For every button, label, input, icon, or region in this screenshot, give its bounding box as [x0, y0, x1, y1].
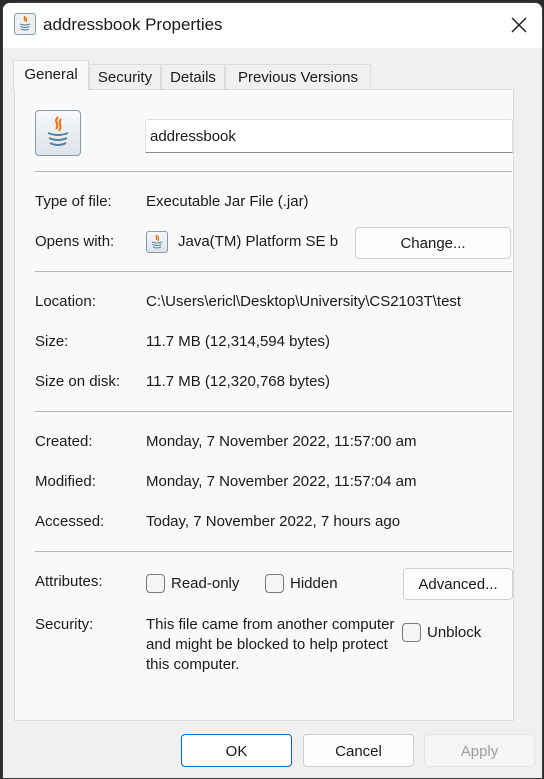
change-button[interactable]: Change... [355, 227, 511, 259]
tab-general[interactable]: General [13, 60, 89, 90]
unblock-checkbox[interactable] [402, 623, 421, 642]
location-label: Location: [35, 293, 96, 310]
window-title: addressbook Properties [43, 15, 223, 34]
advanced-button[interactable]: Advanced... [403, 568, 513, 600]
accessed-value: Today, 7 November 2022, 7 hours ago [146, 513, 401, 530]
title-bar: addressbook Properties [3, 3, 542, 48]
properties-dialog: addressbook Properties General Security … [2, 2, 543, 779]
separator [35, 411, 512, 412]
close-icon [511, 17, 527, 33]
opens-with-label: Opens with: [35, 233, 115, 250]
created-value: Monday, 7 November 2022, 11:57:00 am [146, 433, 417, 450]
file-name-input[interactable] [145, 119, 513, 153]
modified-value: Monday, 7 November 2022, 11:57:04 am [146, 473, 417, 490]
ok-button[interactable]: OK [181, 734, 292, 767]
read-only-label[interactable]: Read-only [171, 575, 239, 592]
size-value: 11.7 MB (12,314,594 bytes) [146, 333, 330, 350]
type-of-file-label: Type of file: [35, 193, 112, 210]
separator [35, 551, 512, 552]
tab-details[interactable]: Details [161, 64, 225, 89]
unblock-label[interactable]: Unblock [427, 624, 481, 641]
modified-label: Modified: [35, 473, 96, 490]
read-only-checkbox[interactable] [146, 574, 165, 593]
java-app-icon [146, 231, 168, 253]
separator [35, 271, 512, 272]
type-of-file-value: Executable Jar File (.jar) [146, 193, 309, 210]
attributes-label: Attributes: [35, 573, 103, 590]
hidden-checkbox[interactable] [265, 574, 284, 593]
size-on-disk-value: 11.7 MB (12,320,768 bytes) [146, 373, 330, 390]
tab-security[interactable]: Security [89, 64, 161, 89]
security-label: Security: [35, 616, 94, 633]
separator [35, 171, 512, 172]
close-button[interactable] [496, 3, 542, 48]
security-message: This file came from another computer and… [146, 616, 395, 673]
size-label: Size: [35, 333, 69, 350]
accessed-label: Accessed: [35, 513, 105, 530]
java-icon [14, 13, 36, 35]
size-on-disk-label: Size on disk: [35, 373, 121, 390]
opens-with-value: Java(TM) Platform SE b [178, 233, 339, 250]
location-value: C:\Users\ericl\Desktop\University\CS2103… [146, 293, 462, 310]
tab-previous-versions[interactable]: Previous Versions [225, 64, 371, 89]
hidden-label[interactable]: Hidden [290, 575, 338, 592]
apply-button[interactable]: Apply [424, 734, 535, 767]
java-file-icon [35, 110, 81, 156]
created-label: Created: [35, 433, 93, 450]
general-panel: Type of file: Executable Jar File (.jar)… [14, 89, 514, 721]
cancel-button[interactable]: Cancel [303, 734, 414, 767]
